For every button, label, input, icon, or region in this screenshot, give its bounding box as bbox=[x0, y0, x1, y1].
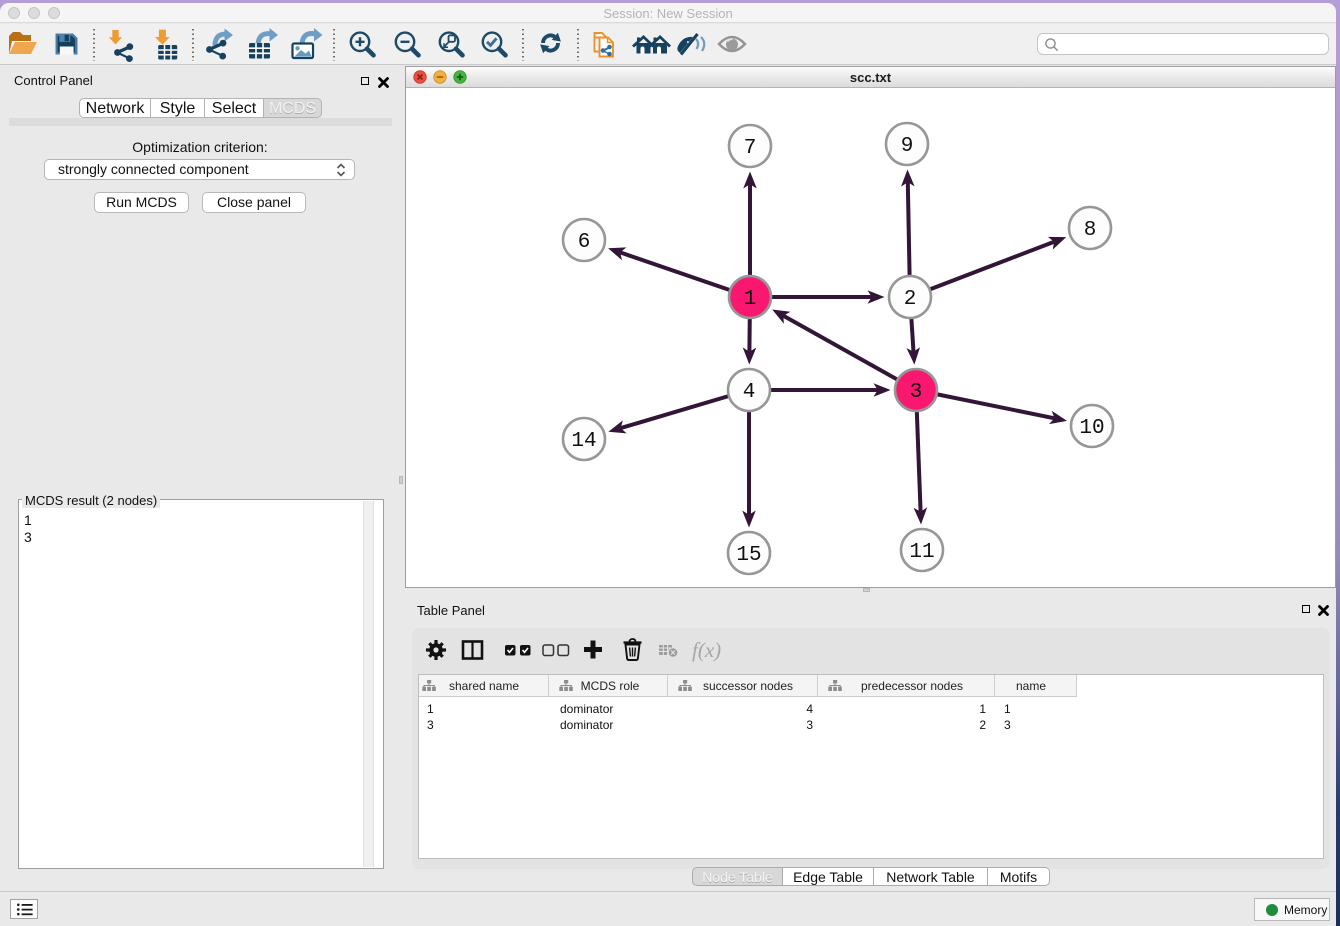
svg-text:2: 2 bbox=[904, 288, 917, 311]
svg-text:14: 14 bbox=[571, 430, 596, 453]
svg-text:8: 8 bbox=[1084, 219, 1097, 242]
svg-text:11: 11 bbox=[909, 541, 934, 564]
svg-text:1: 1 bbox=[744, 288, 757, 311]
svg-text:10: 10 bbox=[1079, 417, 1104, 440]
svg-text:3: 3 bbox=[910, 381, 923, 404]
svg-text:9: 9 bbox=[901, 135, 914, 158]
svg-text:4: 4 bbox=[743, 381, 756, 404]
svg-text:7: 7 bbox=[744, 137, 757, 160]
svg-text:6: 6 bbox=[578, 231, 591, 254]
svg-text:15: 15 bbox=[736, 544, 761, 567]
svg-text:f(x): f(x) bbox=[692, 638, 721, 662]
